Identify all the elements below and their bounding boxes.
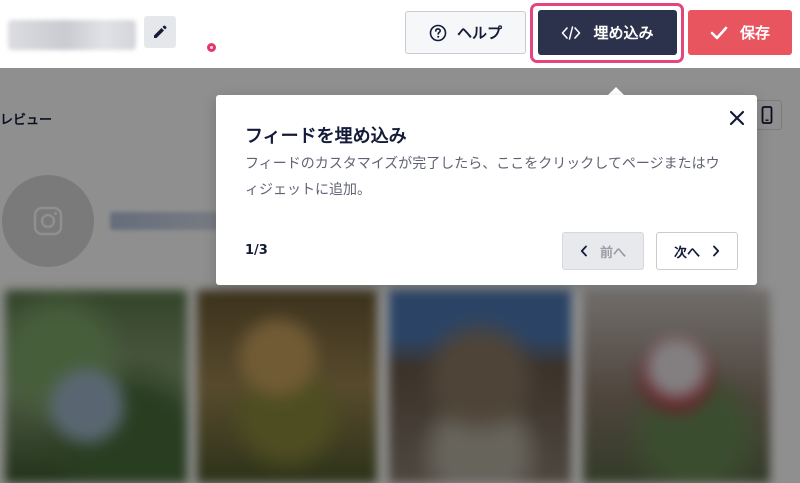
embed-button-label: 埋め込み (593, 24, 654, 42)
pencil-icon (154, 25, 167, 38)
close-icon (729, 110, 745, 126)
popover-body: フィードのカスタマイズが完了したら、ここをクリックしてページまたはウィジェットに… (245, 156, 720, 198)
prev-step-button[interactable]: 前へ (562, 232, 644, 270)
embed-button[interactable]: 埋め込み (538, 10, 677, 55)
popover-close-button[interactable] (726, 107, 748, 129)
check-icon (710, 26, 728, 39)
next-step-label: 次へ (673, 245, 700, 261)
help-button-label: ヘルプ (456, 24, 502, 42)
top-toolbar: ヘルプ 埋め込み 保存 (0, 0, 800, 68)
chevron-right-icon (713, 245, 720, 257)
popover-step-counter: 1/3 (245, 243, 268, 258)
prev-step-label: 前へ (599, 245, 626, 261)
popover-title: フィードを埋め込み (245, 126, 407, 147)
next-step-button[interactable]: 次へ (656, 232, 738, 270)
code-icon (562, 25, 581, 40)
save-button-label: 保存 (739, 24, 770, 42)
question-circle-icon (429, 24, 447, 41)
tour-popover: フィードを埋め込み フィードのカスタマイズが完了したら、ここをクリックしてページ… (216, 95, 757, 285)
help-button[interactable]: ヘルプ (405, 11, 526, 54)
chevron-left-icon (580, 245, 587, 257)
feed-name-blurred (8, 20, 136, 50)
save-button[interactable]: 保存 (688, 10, 792, 55)
hotspot-dot (207, 43, 216, 52)
edit-feed-name-button[interactable] (144, 16, 176, 48)
